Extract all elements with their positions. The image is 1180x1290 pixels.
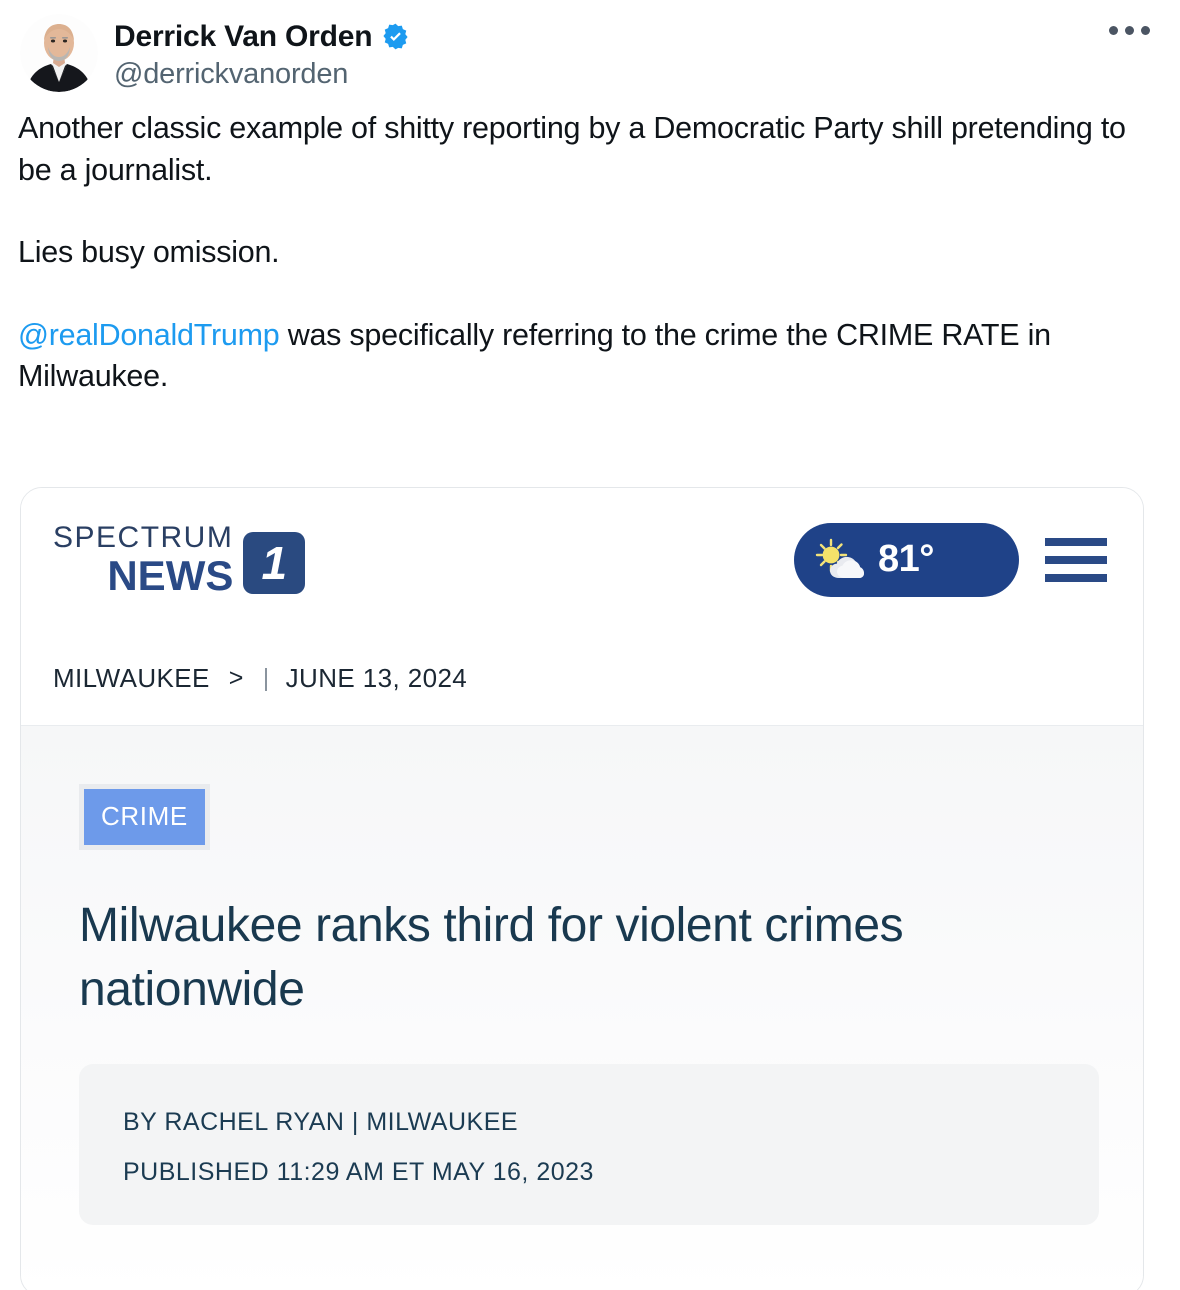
breadcrumb-date: JUNE 13, 2024 bbox=[285, 662, 468, 693]
tweet-text: Another classic example of shitty report… bbox=[0, 92, 1180, 397]
tweet-paragraph-2: Lies busy omission. bbox=[18, 235, 280, 270]
category-tag-crime[interactable]: CRIME bbox=[79, 784, 210, 850]
breadcrumb-separator: | bbox=[262, 663, 270, 692]
article-section: CRIME Milwaukee ranks third for violent … bbox=[21, 726, 1143, 1290]
spectrum-news-logo[interactable]: SPECTRUM NEWS 1 bbox=[53, 520, 306, 599]
article-byline: BY RACHEL RYAN | MILWAUKEE bbox=[123, 1107, 519, 1136]
breadcrumb: MILWAUKEE > | JUNE 13, 2024 bbox=[21, 631, 1143, 726]
avatar-photo bbox=[20, 14, 98, 92]
mention-link[interactable]: @realDonaldTrump bbox=[18, 318, 280, 352]
avatar[interactable] bbox=[20, 14, 98, 92]
topbar-right-group: 81° bbox=[794, 522, 1107, 597]
chevron-right-icon: > bbox=[228, 663, 244, 692]
text-spacer bbox=[18, 191, 1160, 232]
tweet-header: Derrick Van Orden @derrickvanorden bbox=[0, 0, 1180, 92]
breadcrumb-city[interactable]: MILWAUKEE bbox=[53, 663, 210, 694]
hamburger-menu-icon[interactable] bbox=[1045, 537, 1107, 582]
weather-temperature: 81° bbox=[878, 538, 934, 580]
sun-behind-cloud-icon bbox=[815, 538, 864, 578]
tweet-container: Derrick Van Orden @derrickvanorden Anoth… bbox=[0, 0, 1180, 1290]
weather-widget[interactable]: 81° bbox=[794, 522, 1019, 597]
more-options-icon[interactable] bbox=[1109, 26, 1150, 35]
card-topbar: SPECTRUM NEWS 1 81° bbox=[21, 488, 1143, 631]
logo-channel-number: 1 bbox=[243, 531, 306, 594]
verified-badge-icon bbox=[383, 23, 408, 50]
display-name[interactable]: Derrick Van Orden bbox=[114, 20, 373, 53]
article-published-date: PUBLISHED 11:29 AM ET MAY 16, 2023 bbox=[123, 1157, 594, 1186]
embedded-article-card[interactable]: SPECTRUM NEWS 1 81° MILWAUKEE > | JUNE 1… bbox=[20, 487, 1144, 1290]
tweet-paragraph-1: Another classic example of shitty report… bbox=[18, 111, 1126, 187]
author-handle[interactable]: @derrickvanorden bbox=[114, 56, 410, 92]
logo-news-text: NEWS bbox=[107, 551, 234, 599]
article-headline[interactable]: Milwaukee ranks third for violent crimes… bbox=[79, 894, 1039, 1022]
tweet-paragraph-3: @realDonaldTrump was specifically referr… bbox=[18, 315, 1160, 398]
text-spacer bbox=[18, 274, 1160, 315]
byline-box: BY RACHEL RYAN | MILWAUKEE PUBLISHED 11:… bbox=[79, 1063, 1099, 1225]
author-name-block: Derrick Van Orden @derrickvanorden bbox=[114, 14, 410, 92]
logo-spectrum-text: SPECTRUM bbox=[53, 520, 234, 554]
